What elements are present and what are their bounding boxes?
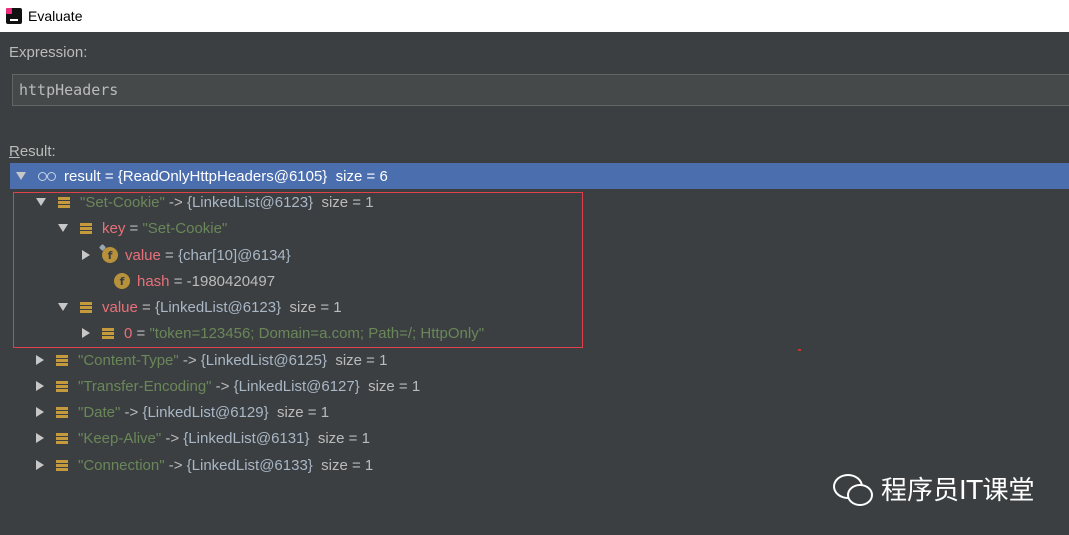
- tree-row-hash[interactable]: f hash = -1980420497: [10, 268, 1069, 294]
- tree-row-key[interactable]: key = "Set-Cookie": [10, 215, 1069, 241]
- size-value: size = 1: [321, 456, 374, 474]
- collapsed-arrow-icon[interactable]: [82, 250, 90, 260]
- expression-label: Expression:: [9, 44, 88, 61]
- expand-arrow-icon[interactable]: [36, 198, 46, 206]
- map-key: "Connection": [78, 456, 165, 474]
- arrow-sign: ->: [164, 193, 187, 211]
- list-icon: [102, 327, 114, 339]
- list-icon: [56, 459, 68, 471]
- watermark-text: 程序员IT课堂: [881, 476, 1035, 506]
- object-ref: {ReadOnlyHttpHeaders@6105}: [117, 167, 328, 185]
- result-label-mnemonic: R: [9, 143, 20, 160]
- collapsed-arrow-icon[interactable]: [36, 433, 44, 443]
- red-mark: [798, 349, 801, 351]
- list-icon: [80, 301, 92, 313]
- tree-row-value-list[interactable]: value = {LinkedList@6123} size = 1: [10, 294, 1069, 320]
- tree-row-result-root[interactable]: result = {ReadOnlyHttpHeaders@6105} size…: [10, 163, 1069, 189]
- map-key: "Content-Type": [78, 351, 179, 369]
- variable-name: result: [64, 167, 101, 185]
- map-key: "Keep-Alive": [78, 429, 162, 447]
- equals-sign: =: [137, 298, 155, 316]
- size-value: size = 1: [317, 429, 370, 447]
- arrow-sign: ->: [164, 456, 187, 474]
- size-value: size = 1: [335, 351, 388, 369]
- field-name: hash: [137, 272, 170, 290]
- watch-icon: [38, 171, 58, 181]
- tree-row-item-0[interactable]: 0 = "token=123456; Domain=a.com; Path=/;…: [10, 320, 1069, 346]
- equals-sign: =: [169, 272, 187, 290]
- result-label: Result:: [9, 143, 56, 160]
- map-key: "Set-Cookie": [80, 193, 165, 211]
- wechat-icon: [833, 472, 873, 506]
- map-key: "Transfer-Encoding": [78, 377, 212, 395]
- size-value: size = 1: [289, 298, 342, 316]
- arrow-sign: ->: [211, 377, 234, 395]
- intellij-app-icon: [6, 8, 22, 24]
- field-icon: f: [114, 273, 130, 289]
- equals-sign: =: [160, 246, 178, 264]
- watermark: 程序员IT课堂: [833, 470, 1035, 507]
- tree-row-content-type[interactable]: "Content-Type" -> {LinkedList@6125} size…: [10, 347, 1069, 373]
- object-ref: {LinkedList@6125}: [200, 351, 327, 369]
- tree-row-value-char[interactable]: f value = {char[10]@6134}: [10, 242, 1069, 268]
- size-value: size = 1: [321, 193, 374, 211]
- object-ref: {LinkedList@6123}: [154, 298, 282, 316]
- collapsed-arrow-icon[interactable]: [36, 355, 44, 365]
- tree-row-date[interactable]: "Date" -> {LinkedList@6129} size = 1: [10, 399, 1069, 425]
- object-ref: {LinkedList@6127}: [233, 377, 360, 395]
- field-name: value: [102, 298, 138, 316]
- field-name: key: [102, 219, 126, 237]
- list-icon: [56, 406, 68, 418]
- expand-arrow-icon[interactable]: [16, 172, 26, 180]
- list-icon: [56, 432, 68, 444]
- size-value: size = 1: [276, 403, 330, 421]
- size-value: size = 6: [335, 167, 388, 185]
- field-name: value: [125, 246, 161, 264]
- expand-arrow-icon[interactable]: [58, 224, 68, 232]
- arrow-sign: ->: [178, 351, 201, 369]
- string-value: "token=123456; Domain=a.com; Path=/; Htt…: [149, 324, 485, 342]
- equals-sign: =: [125, 219, 143, 237]
- expand-arrow-icon[interactable]: [58, 303, 68, 311]
- window-title: Evaluate: [28, 8, 83, 24]
- collapsed-arrow-icon[interactable]: [82, 328, 90, 338]
- arrow-sign: ->: [120, 403, 143, 421]
- map-key: "Date": [78, 403, 121, 421]
- size-value: size = 1: [368, 377, 421, 395]
- string-value: "Set-Cookie": [142, 219, 228, 237]
- equals-sign: =: [132, 324, 150, 342]
- list-icon: [80, 222, 92, 234]
- title-bar: Evaluate: [0, 0, 1069, 32]
- object-ref: {LinkedList@6129}: [142, 403, 269, 421]
- object-ref: {LinkedList@6123}: [186, 193, 314, 211]
- field-name: 0: [124, 324, 133, 342]
- object-ref: {LinkedList@6133}: [186, 456, 313, 474]
- field-icon: f: [102, 247, 118, 263]
- equals-sign: =: [100, 167, 118, 185]
- tree-row-transfer-encoding[interactable]: "Transfer-Encoding" -> {LinkedList@6127}…: [10, 373, 1069, 399]
- expression-input[interactable]: httpHeaders: [12, 74, 1069, 106]
- tree-row-set-cookie[interactable]: "Set-Cookie" -> {LinkedList@6123} size =…: [10, 189, 1069, 215]
- tree-row-keep-alive[interactable]: "Keep-Alive" -> {LinkedList@6131} size =…: [10, 425, 1069, 451]
- number-value: -1980420497: [186, 272, 276, 290]
- collapsed-arrow-icon[interactable]: [36, 381, 44, 391]
- list-icon: [58, 196, 70, 208]
- result-label-rest: esult:: [19, 143, 56, 160]
- object-ref: {char[10]@6134}: [177, 246, 291, 264]
- list-icon: [56, 380, 68, 392]
- collapsed-arrow-icon[interactable]: [36, 460, 44, 470]
- object-ref: {LinkedList@6131}: [183, 429, 310, 447]
- collapsed-arrow-icon[interactable]: [36, 407, 44, 417]
- arrow-sign: ->: [161, 429, 184, 447]
- list-icon: [56, 354, 68, 366]
